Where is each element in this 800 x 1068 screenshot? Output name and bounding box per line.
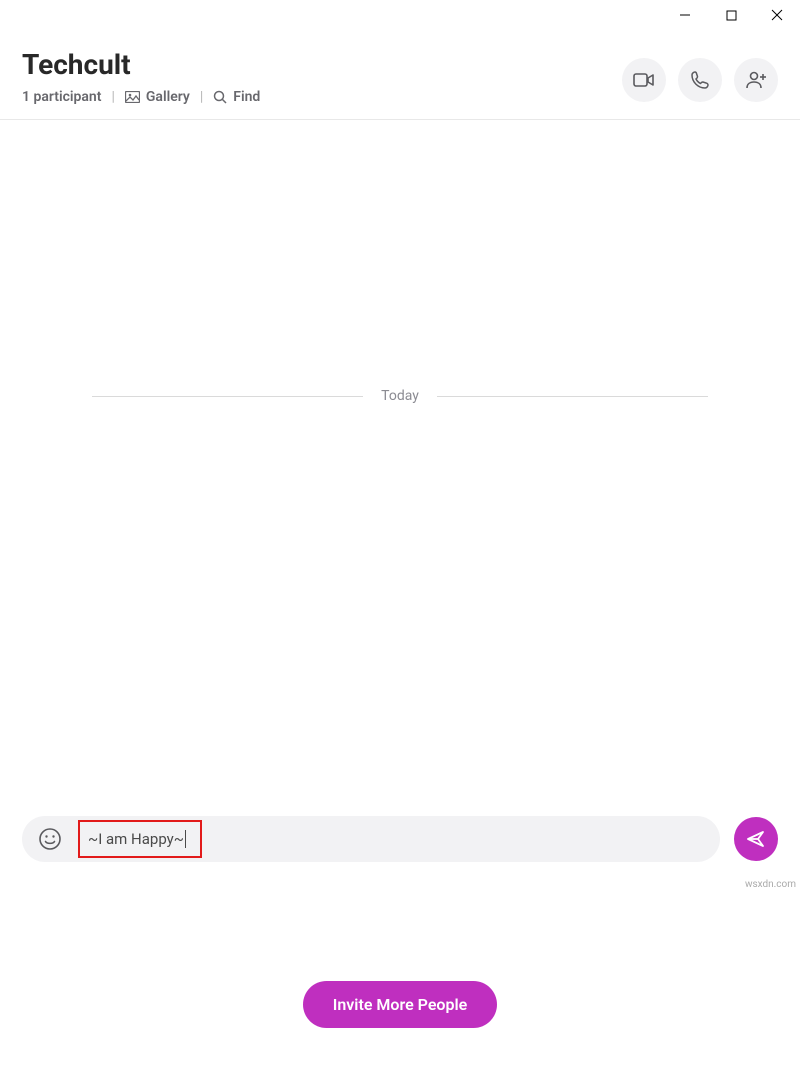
send-button[interactable]: [734, 817, 778, 861]
input-highlight-box: ~I am Happy~: [78, 820, 202, 858]
window-controls: [662, 0, 800, 30]
date-divider: Today: [0, 388, 800, 404]
minimize-button[interactable]: [662, 0, 708, 30]
divider-line: [437, 396, 708, 397]
video-icon: [633, 72, 655, 88]
message-input-container[interactable]: ~I am Happy~: [22, 816, 720, 862]
video-call-button[interactable]: [622, 58, 666, 102]
header-left: Techcult 1 participant | Gallery | Find: [22, 48, 260, 105]
add-user-icon: [745, 70, 767, 90]
find-button[interactable]: Find: [213, 89, 260, 105]
date-label: Today: [381, 388, 419, 404]
maximize-button[interactable]: [708, 0, 754, 30]
chat-area: Today Invite More People: [0, 388, 800, 1068]
message-input[interactable]: ~I am Happy~: [88, 830, 184, 848]
gallery-icon: [125, 91, 140, 103]
invite-more-button[interactable]: Invite More People: [303, 981, 498, 1028]
chat-subheader: 1 participant | Gallery | Find: [22, 89, 260, 105]
header-actions: [622, 48, 778, 102]
divider-line: [92, 396, 363, 397]
search-icon: [213, 90, 227, 104]
text-caret: [185, 830, 186, 848]
audio-call-button[interactable]: [678, 58, 722, 102]
close-button[interactable]: [754, 0, 800, 30]
phone-icon: [690, 70, 710, 90]
separator: |: [200, 89, 203, 105]
smile-icon: [38, 827, 62, 851]
send-icon: [746, 829, 766, 849]
watermark: wsxdn.com: [745, 879, 796, 890]
separator: |: [111, 89, 114, 105]
find-label: Find: [233, 89, 260, 105]
participants-label[interactable]: 1 participant: [22, 89, 101, 105]
compose-bar: ~I am Happy~: [0, 816, 800, 862]
chat-title[interactable]: Techcult: [22, 48, 260, 81]
gallery-button[interactable]: Gallery: [125, 89, 190, 105]
add-user-button[interactable]: [734, 58, 778, 102]
invite-wrap: Invite More People: [0, 981, 800, 1028]
emoji-button[interactable]: [36, 825, 64, 853]
gallery-label: Gallery: [146, 89, 190, 105]
